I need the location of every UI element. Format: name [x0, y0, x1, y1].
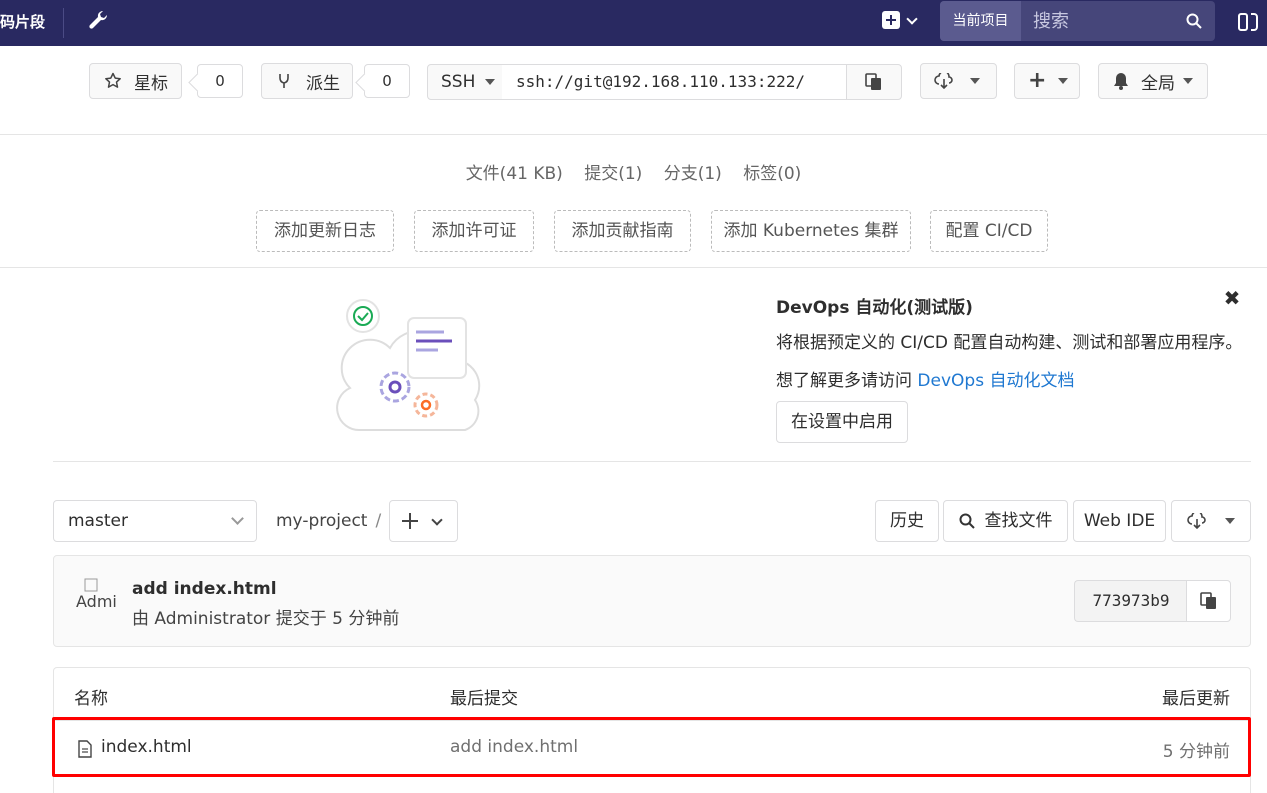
- plus-icon: +: [1028, 68, 1047, 93]
- fork-icon: [279, 74, 289, 88]
- avatar[interactable]: Admi: [76, 578, 120, 622]
- commit-meta: 由 Administrator 提交于 5 分钟前: [132, 609, 400, 629]
- notification-label: 全局: [1141, 73, 1175, 94]
- cloud-download-icon: [934, 73, 953, 89]
- close-icon[interactable]: ✖: [1222, 287, 1242, 309]
- stat-tags[interactable]: 标签(0): [743, 164, 801, 184]
- history-button[interactable]: 历史: [875, 500, 939, 542]
- fork-button[interactable]: 派生: [261, 63, 353, 99]
- search-icon[interactable]: [1186, 13, 1202, 29]
- last-commit-panel: Admi add index.html 由 Administrator 提交于 …: [53, 555, 1251, 647]
- setup-cicd-button[interactable]: 配置 CI/CD: [930, 210, 1048, 252]
- devops-description: 将根据预定义的 CI/CD 配置自动构建、测试和部署应用程序。: [776, 333, 1243, 353]
- breadcrumb-separator: /: [375, 511, 382, 531]
- project-stats: 文件(41 KB) 提交(1) 分支(1) 标签(0): [0, 159, 1267, 184]
- search-input[interactable]: [1021, 1, 1181, 41]
- caret-down-icon: [1183, 78, 1193, 84]
- caret-down-icon: [1225, 518, 1235, 524]
- nav-divider: [63, 8, 64, 38]
- devops-more-info: 想了解更多请访问 DevOps 自动化文档: [776, 366, 1074, 391]
- clone-protocol-dropdown[interactable]: SSH: [427, 64, 503, 100]
- caret-down-icon: [970, 78, 980, 84]
- caret-down-icon: [1058, 78, 1069, 84]
- clone-protocol-label: SSH: [441, 72, 476, 92]
- commit-sha[interactable]: 773973b9: [1074, 580, 1187, 622]
- star-button[interactable]: 星标: [89, 63, 182, 99]
- find-file-label: 查找文件: [984, 511, 1053, 531]
- chevron-down-icon: [231, 512, 244, 525]
- divider: [53, 461, 1251, 462]
- devops-more-prefix: 想了解更多请访问: [776, 371, 918, 391]
- fork-count[interactable]: 0: [364, 64, 410, 98]
- breadcrumb: my-project /: [276, 511, 381, 531]
- merge-requests-icon[interactable]: [1238, 11, 1258, 33]
- search-scope-badge[interactable]: 当前项目: [940, 1, 1021, 41]
- column-header-name: 名称: [74, 689, 108, 709]
- plus-square-icon: [882, 11, 900, 29]
- add-to-tree-dropdown[interactable]: [389, 500, 458, 542]
- add-kubernetes-button[interactable]: 添加 Kubernetes 集群: [711, 210, 911, 252]
- copy-icon: [865, 73, 881, 90]
- last-update-time: 5 分钟前: [1162, 742, 1230, 762]
- branch-selector[interactable]: master: [53, 500, 257, 542]
- devops-docs-link[interactable]: DevOps 自动化文档: [917, 371, 1074, 391]
- divider: [0, 134, 1267, 135]
- devops-cloud-illustration: [336, 299, 481, 432]
- column-header-last-commit: 最后提交: [450, 689, 518, 709]
- branch-name: master: [68, 511, 128, 531]
- devops-title: DevOps 自动化(测试版): [776, 298, 973, 318]
- new-item-dropdown[interactable]: [882, 11, 922, 33]
- web-ide-button[interactable]: Web IDE: [1073, 500, 1166, 542]
- download-dropdown[interactable]: [920, 63, 997, 99]
- cloud-download-icon: [1187, 513, 1206, 529]
- add-dropdown[interactable]: +: [1014, 63, 1080, 99]
- search-box: 当前项目: [940, 1, 1215, 41]
- broken-image-icon: [84, 578, 98, 592]
- notification-dropdown[interactable]: 全局: [1098, 63, 1208, 99]
- star-icon: [105, 72, 121, 88]
- wrench-icon[interactable]: [86, 9, 108, 33]
- stat-commits[interactable]: 提交(1): [584, 164, 642, 184]
- copy-sha-button[interactable]: [1186, 580, 1231, 622]
- file-table: 名称 最后提交 最后更新 index.html add index.html 5…: [53, 667, 1251, 793]
- copy-url-button[interactable]: [846, 64, 902, 100]
- caret-down-icon: [485, 79, 496, 85]
- download-dropdown[interactable]: [1171, 500, 1251, 542]
- last-commit-link[interactable]: add index.html: [450, 737, 578, 757]
- chevron-down-icon: [906, 13, 918, 25]
- stat-files[interactable]: 文件(41 KB): [466, 164, 563, 184]
- clone-url-field[interactable]: ssh://git@192.168.110.133:222/: [502, 64, 846, 100]
- search-icon: [959, 513, 975, 529]
- add-license-button[interactable]: 添加许可证: [414, 210, 534, 252]
- file-icon: [78, 740, 92, 758]
- find-file-button[interactable]: 查找文件: [943, 500, 1068, 542]
- column-header-last-update: 最后更新: [1162, 689, 1230, 709]
- add-changelog-button[interactable]: 添加更新日志: [256, 210, 394, 252]
- star-count[interactable]: 0: [197, 64, 243, 98]
- bell-icon: [1114, 73, 1128, 90]
- nav-snippets-link[interactable]: 码片段: [0, 11, 45, 32]
- top-navbar: 码片段 当前项目: [0, 0, 1267, 46]
- chevron-down-icon: [431, 514, 443, 526]
- table-row[interactable]: index.html add index.html 5 分钟前: [54, 720, 1250, 776]
- star-label: 星标: [134, 73, 168, 94]
- fork-label: 派生: [306, 73, 340, 94]
- breadcrumb-project[interactable]: my-project: [276, 511, 367, 531]
- commit-title[interactable]: add index.html: [132, 579, 277, 599]
- copy-icon: [1200, 592, 1216, 609]
- enable-in-settings-button[interactable]: 在设置中启用: [776, 401, 908, 443]
- plus-icon: [402, 513, 418, 529]
- avatar-alt-text: Admi: [76, 592, 117, 611]
- add-contributing-button[interactable]: 添加贡献指南: [554, 210, 691, 252]
- stat-branches[interactable]: 分支(1): [664, 164, 722, 184]
- divider: [0, 267, 1267, 268]
- file-name-link[interactable]: index.html: [101, 737, 192, 757]
